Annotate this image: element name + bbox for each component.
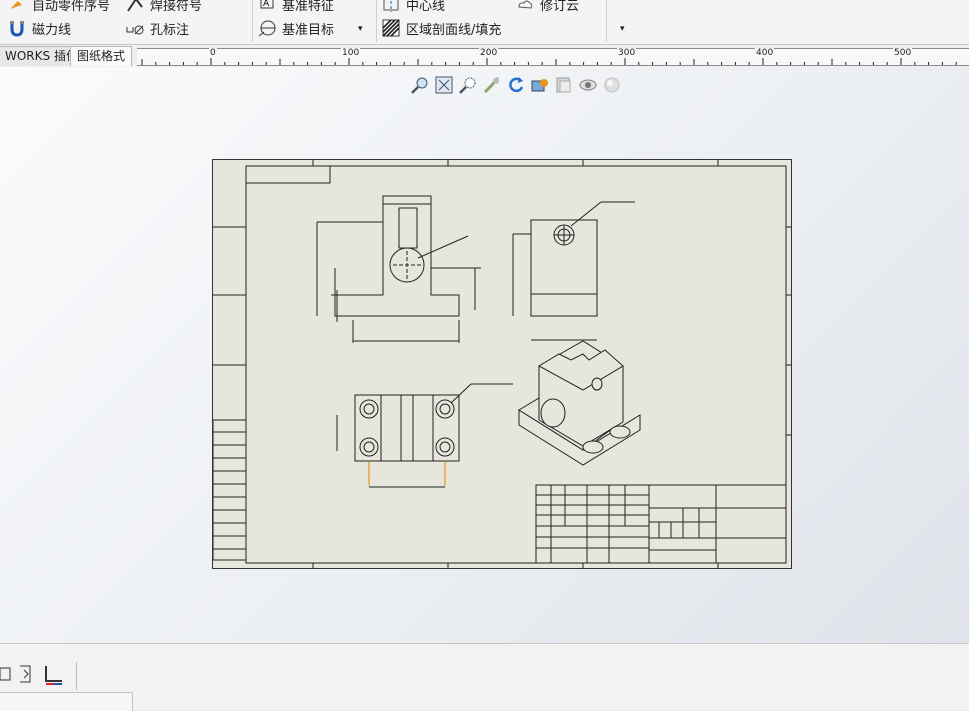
datum-feature-icon: A — [258, 0, 276, 13]
rotate-icon[interactable] — [506, 75, 526, 95]
magnetic-line-label: 磁力线 — [32, 22, 72, 38]
tab-sheet-format[interactable]: 图纸格式 — [70, 46, 133, 66]
pan-icon[interactable] — [482, 75, 502, 95]
centerline-button[interactable]: 中心线 — [382, 0, 445, 14]
weld-symbol-button[interactable]: 焊接符号 — [126, 0, 202, 14]
horizontal-ruler: 0 100 200 300 400 500 — [137, 48, 969, 66]
hide-show-icon[interactable] — [578, 75, 598, 95]
area-hatch-button[interactable]: 区域剖面线/填充 — [382, 18, 501, 38]
centerline-icon — [382, 0, 400, 13]
revision-cloud-label: 修订云 — [540, 0, 580, 14]
drawing-graphics — [213, 160, 791, 568]
hole-callout-button[interactable]: 孔标注 — [126, 18, 189, 38]
graphics-area[interactable] — [0, 67, 969, 643]
toolbar-separator — [252, 0, 253, 42]
zoom-to-area-icon[interactable] — [434, 75, 454, 95]
hole-callout-icon — [126, 19, 144, 37]
weld-symbol-label: 焊接符号 — [150, 0, 203, 14]
toolbar-separator — [376, 0, 377, 42]
ruler-label: 400 — [755, 48, 775, 58]
sub-toolbar — [0, 692, 133, 711]
zoom-to-fit-icon[interactable] — [410, 75, 430, 95]
panel-separator — [76, 662, 77, 690]
weld-symbol-icon — [126, 0, 144, 13]
auto-balloon-icon — [8, 0, 26, 13]
datum-target-button[interactable]: 基准目标 — [258, 18, 334, 38]
ruler-label: 500 — [893, 48, 913, 58]
drawing-sheet[interactable] — [212, 159, 792, 569]
datum-target-label: 基准目标 — [282, 22, 335, 38]
more-dropdown-icon[interactable]: ▾ — [358, 24, 363, 34]
toolbar-separator — [606, 0, 607, 42]
area-hatch-label: 区域剖面线/填充 — [406, 22, 502, 38]
ruler-label: 300 — [617, 48, 637, 58]
datum-feature-button[interactable]: A 基准特征 — [258, 0, 334, 14]
auto-balloon-label: 自动零件序号 — [32, 0, 111, 14]
display-style-icon[interactable] — [554, 75, 574, 95]
ruler-label: 100 — [341, 48, 361, 58]
datum-feature-label: 基准特征 — [282, 0, 335, 14]
revision-cloud-button[interactable]: 修订云 — [516, 0, 579, 14]
area-hatch-icon — [382, 19, 400, 37]
magnetic-line-icon — [8, 19, 26, 37]
auto-balloon-button[interactable]: 自动零件序号 — [8, 0, 110, 14]
ruler-label: 0 — [209, 48, 217, 58]
hole-callout-label: 孔标注 — [150, 22, 190, 38]
annotation-toolbar: 自动零件序号 焊接符号 A 基准特征 中心线 修订云 磁力线 孔标注 基准目标 … — [0, 0, 969, 44]
ruler-label: 200 — [479, 48, 499, 58]
more-dropdown-icon[interactable]: ▾ — [620, 24, 625, 34]
svg-text:A: A — [263, 0, 270, 9]
datum-target-icon — [258, 19, 276, 37]
revision-cloud-icon — [516, 0, 534, 13]
heads-up-view-toolbar — [410, 75, 622, 95]
zoom-in-out-icon[interactable] — [458, 75, 478, 95]
centerline-label: 中心线 — [406, 0, 446, 14]
section-view-icon[interactable] — [530, 75, 550, 95]
appearance-icon[interactable] — [602, 75, 622, 95]
bottom-panel — [0, 643, 969, 711]
magnetic-line-button[interactable]: 磁力线 — [8, 18, 71, 38]
command-manager-tabs: WORKS 插件 图纸格式 0 100 200 300 400 500 — [0, 44, 969, 68]
